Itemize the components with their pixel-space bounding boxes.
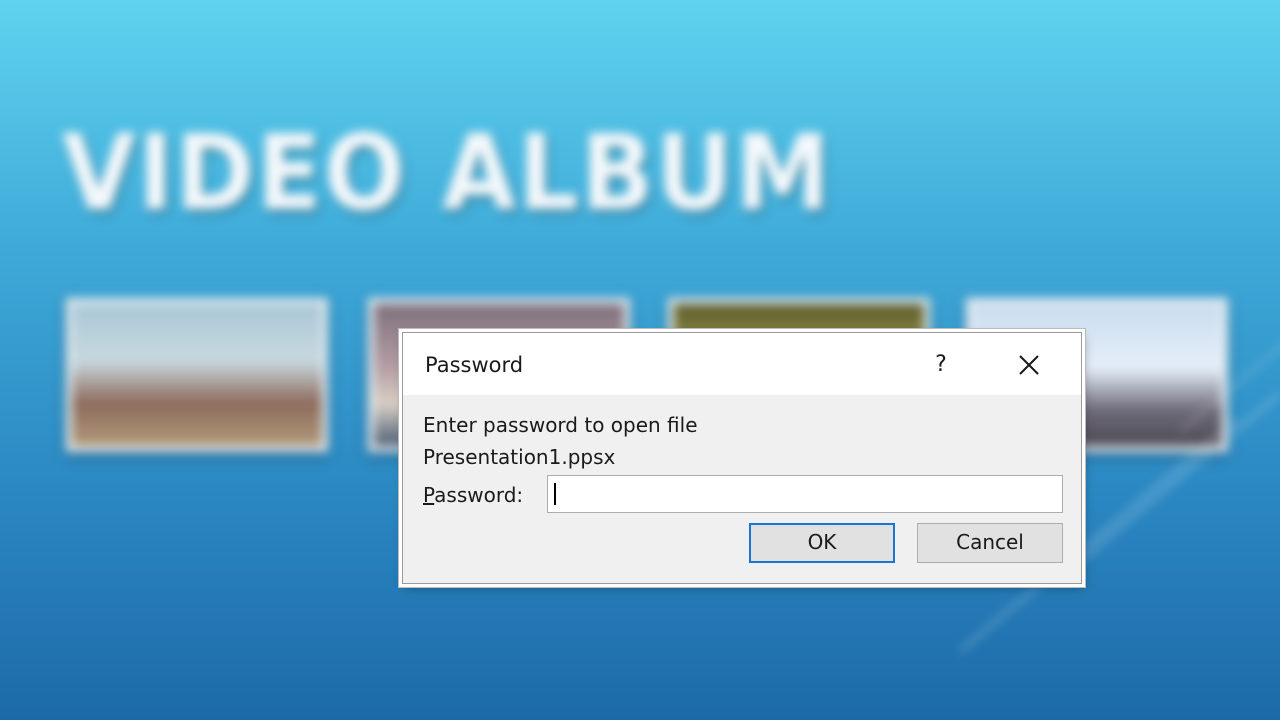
password-dialog: Password ? Enter password to open file P… (402, 332, 1082, 584)
close-button[interactable] (1003, 347, 1055, 383)
password-label-accesskey: P (423, 483, 435, 507)
cancel-button[interactable]: Cancel (917, 523, 1063, 563)
dialog-title: Password (425, 353, 524, 377)
video-thumbnail (66, 298, 328, 452)
file-name: Presentation1.ppsx (423, 445, 616, 469)
help-button[interactable]: ? (923, 347, 959, 383)
password-label-text: assword: (434, 483, 524, 507)
ok-button[interactable]: OK (749, 523, 895, 563)
password-field[interactable] (547, 475, 1063, 513)
dialog-prompt: Enter password to open file (423, 413, 698, 437)
password-label: Password: (423, 483, 523, 507)
dialog-titlebar: Password ? (403, 333, 1081, 395)
slide-title: VIDEO ALBUM (62, 112, 833, 234)
close-icon (1019, 355, 1039, 375)
text-caret (554, 483, 556, 505)
